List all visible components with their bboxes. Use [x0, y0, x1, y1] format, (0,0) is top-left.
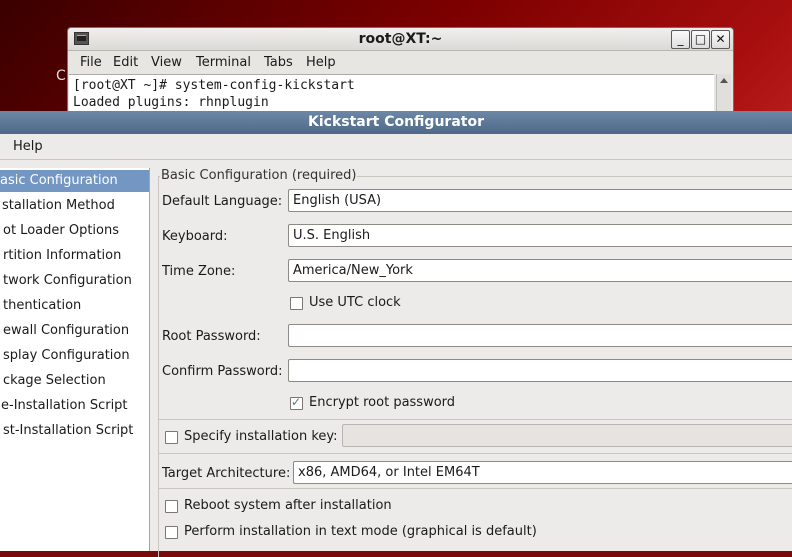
language-label: Default Language: [162, 194, 283, 209]
menu-terminal[interactable]: Terminal [196, 55, 251, 70]
sidebar-item-label: ot Loader Options [3, 223, 120, 238]
sidebar-item-display-configuration[interactable]: splay Configuration [0, 345, 149, 367]
install-key-input[interactable] [342, 424, 792, 447]
maximize-icon[interactable]: □ [691, 30, 710, 49]
timezone-select[interactable]: America/New_York [288, 259, 792, 282]
terminal-line: [root@XT ~]# system-config-kickstart [73, 78, 355, 93]
sidebar-item-post-installation-script[interactable]: st-Installation Script [0, 420, 149, 442]
utc-checkbox[interactable] [290, 297, 303, 310]
sidebar-item-label: asic Configuration [0, 173, 118, 188]
menu-tabs[interactable]: Tabs [264, 55, 293, 70]
root-password-input[interactable] [288, 324, 792, 347]
sidebar-item-pre-installation-script[interactable]: e-Installation Script [0, 395, 149, 417]
sidebar-item-label: twork Configuration [3, 273, 132, 288]
minimize-icon[interactable]: _ [671, 30, 690, 49]
root-password-label: Root Password: [162, 329, 261, 344]
sidebar-item-label: thentication [3, 298, 82, 313]
encrypt-checkbox[interactable] [290, 395, 303, 410]
sidebar-item-firewall-configuration[interactable]: ewall Configuration [0, 320, 149, 342]
kickstart-title: Kickstart Configurator [308, 114, 484, 130]
menu-file[interactable]: File [80, 55, 102, 70]
section-list: asic Configuration stallation Method ot … [0, 168, 150, 551]
sidebar-item-label: rtition Information [3, 248, 122, 263]
textmode-label: Perform installation in text mode (graph… [184, 524, 537, 539]
install-key-checkbox[interactable] [165, 431, 178, 444]
sidebar-item-label: ckage Selection [3, 373, 106, 388]
divider [158, 419, 792, 420]
timezone-label: Time Zone: [162, 264, 236, 279]
sidebar-item-label: e-Installation Script [1, 398, 128, 413]
textmode-checkbox[interactable] [165, 526, 178, 539]
install-key-label: Specify installation key: [184, 429, 338, 444]
section-title: Basic Configuration (required) [160, 168, 358, 183]
sidebar-item-label: ewall Configuration [3, 323, 130, 338]
divider [158, 488, 792, 489]
sidebar-item-authentication[interactable]: thentication [0, 295, 149, 317]
terminal-window[interactable]: root@XT:~ _ □ ✕ File Edit View Terminal … [67, 27, 734, 119]
kickstart-window: Kickstart Configurator Help asic Configu… [0, 111, 792, 557]
menu-view[interactable]: View [151, 55, 182, 70]
utc-label: Use UTC clock [309, 295, 401, 310]
reboot-label: Reboot system after installation [184, 498, 392, 513]
sidebar-item-installation-method[interactable]: stallation Method [0, 195, 149, 217]
divider [158, 453, 792, 454]
confirm-password-input[interactable] [288, 359, 792, 382]
sidebar-item-basic-configuration[interactable]: asic Configuration [0, 170, 149, 192]
menu-edit[interactable]: Edit [113, 55, 138, 70]
sidebar-item-network-configuration[interactable]: twork Configuration [0, 270, 149, 292]
close-icon[interactable]: ✕ [711, 30, 730, 49]
arch-label: Target Architecture: [162, 466, 291, 481]
terminal-title: root@XT:~ [358, 31, 443, 47]
keyboard-select[interactable]: U.S. English [288, 224, 792, 247]
confirm-password-label: Confirm Password: [162, 364, 283, 379]
sidebar-item-boot-loader-options[interactable]: ot Loader Options [0, 220, 149, 242]
terminal-line: Loaded plugins: rhnplugin [73, 95, 269, 110]
terminal-menubar: File Edit View Terminal Tabs Help [68, 51, 733, 73]
sidebar-item-partition-information[interactable]: rtition Information [0, 245, 149, 267]
sidebar-item-label: stallation Method [2, 198, 115, 213]
basic-configuration-panel: Basic Configuration (required) Default L… [154, 168, 792, 557]
keyboard-label: Keyboard: [162, 229, 228, 244]
sidebar-item-label: st-Installation Script [3, 423, 134, 438]
desktop-label: C [56, 68, 66, 84]
menu-help[interactable]: Help [306, 55, 336, 70]
language-select[interactable]: English (USA) [288, 189, 792, 212]
encrypt-label: Encrypt root password [309, 395, 456, 410]
sidebar-item-label: splay Configuration [3, 348, 130, 363]
menu-help[interactable]: Help [13, 139, 43, 154]
terminal-titlebar[interactable]: root@XT:~ _ □ ✕ [68, 28, 733, 51]
sidebar-item-package-selection[interactable]: ckage Selection [0, 370, 149, 392]
kickstart-menubar: Help [0, 134, 792, 160]
arch-select[interactable]: x86, AMD64, or Intel EM64T [293, 461, 792, 484]
kickstart-titlebar[interactable]: Kickstart Configurator [0, 111, 792, 134]
reboot-checkbox[interactable] [165, 500, 178, 513]
